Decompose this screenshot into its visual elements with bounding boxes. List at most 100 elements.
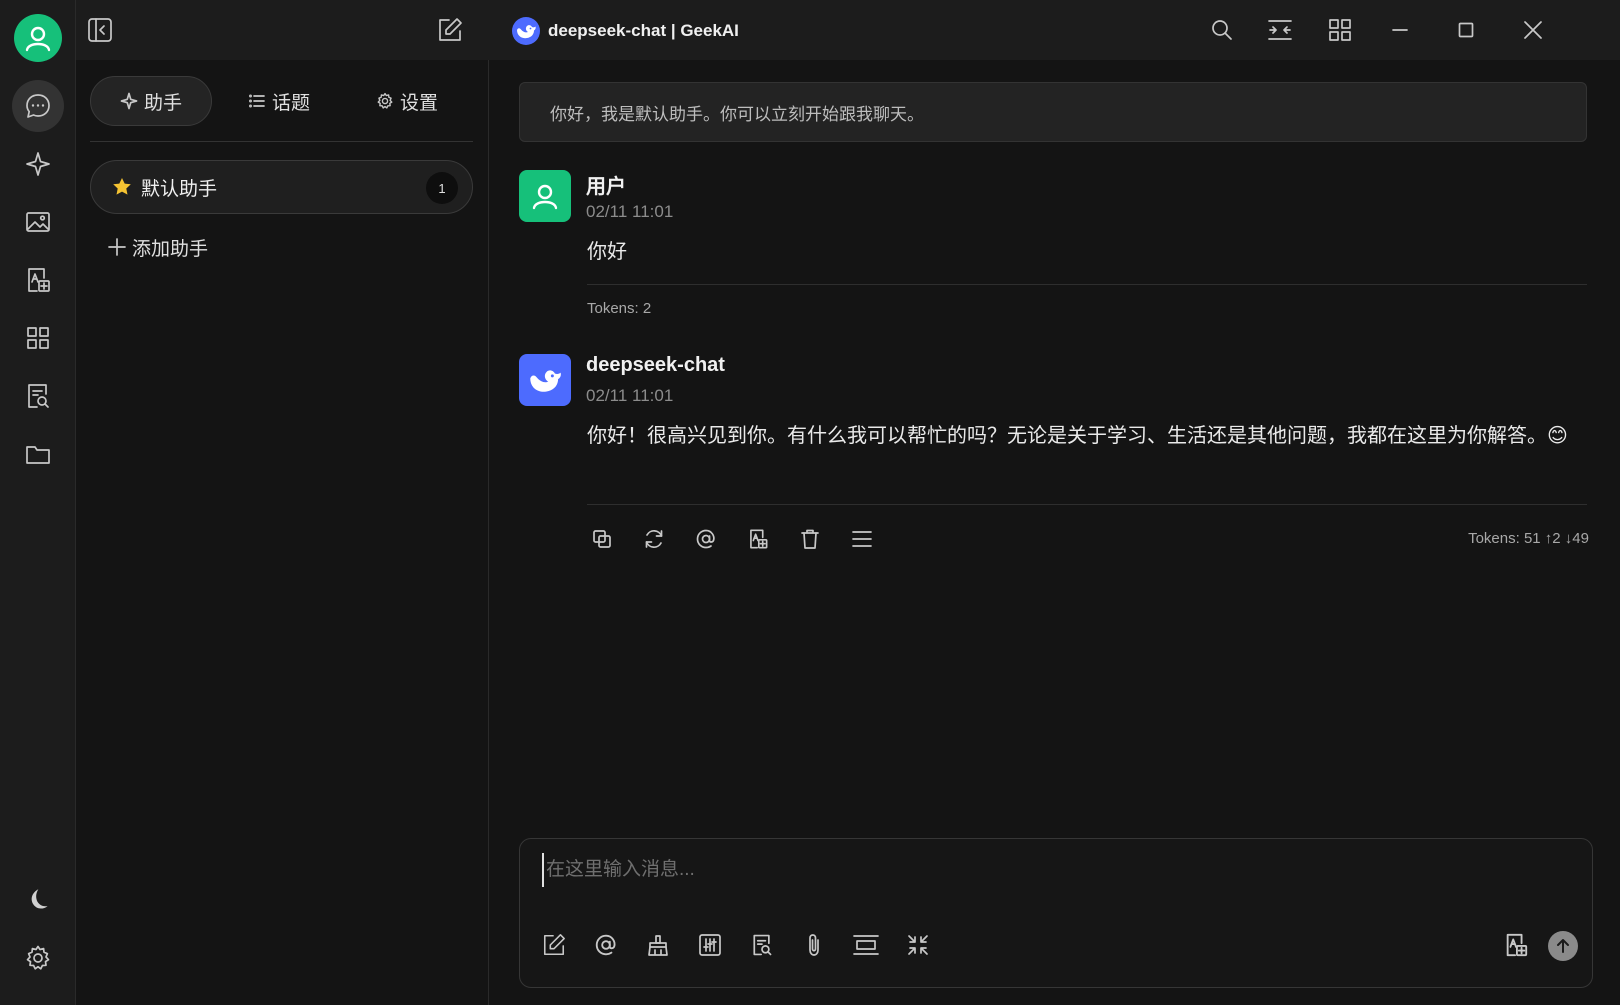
- user-avatar[interactable]: [14, 14, 62, 62]
- menu-icon: [852, 531, 872, 547]
- refresh-icon: [645, 530, 663, 548]
- minimize-button[interactable]: [1384, 14, 1416, 46]
- tab-assistants[interactable]: 助手: [90, 76, 212, 126]
- copy-icon: [593, 530, 611, 548]
- star-icon: [113, 178, 131, 195]
- rail-settings[interactable]: [12, 932, 64, 984]
- translate-icon: [750, 529, 768, 549]
- assistant-item-default[interactable]: 默认助手 1: [90, 160, 473, 214]
- regenerate-button[interactable]: [639, 524, 669, 554]
- apps-grid-icon: [27, 327, 49, 349]
- rail-apps[interactable]: [12, 312, 64, 364]
- folder-icon: [26, 446, 50, 464]
- message-input-box: [519, 838, 1593, 988]
- assistant-prompt-banner: 你好，我是默认助手。你可以立刻开始跟我聊天。: [519, 82, 1587, 142]
- message-time: 02/11 11:01: [586, 386, 674, 405]
- title-bar: deepseek-chat | GeekAI: [76, 0, 1620, 60]
- arrow-up-icon: [1557, 939, 1569, 953]
- message-input[interactable]: [542, 853, 1572, 887]
- sidebar-tabs: 助手 话题 设置: [90, 76, 473, 128]
- minimize-icon: [1392, 29, 1408, 31]
- close-window-button[interactable]: [1517, 14, 1549, 46]
- document-search-icon: [28, 384, 49, 408]
- chat-area: 你好，我是默认助手。你可以立刻开始跟我聊天。 用户 02/11 11:01 你好…: [490, 60, 1620, 1005]
- fullscreen-button[interactable]: [902, 929, 934, 961]
- moon-icon: [31, 889, 48, 909]
- edit-icon: [439, 18, 462, 41]
- theme-toggle[interactable]: [12, 874, 64, 926]
- expand-input-button[interactable]: [850, 929, 882, 961]
- close-icon: [1524, 21, 1542, 39]
- translate-input-button[interactable]: [1500, 929, 1532, 961]
- gear-icon: [26, 945, 50, 970]
- image-icon: [26, 212, 50, 232]
- message-tokens: Tokens: 2: [587, 300, 652, 317]
- add-assistant-button[interactable]: 添加助手: [108, 232, 208, 262]
- message-time: 02/11 11:01: [586, 202, 674, 221]
- user-avatar: [519, 170, 571, 222]
- edit-icon: [543, 934, 565, 956]
- gear-icon: [377, 92, 393, 109]
- copy-button[interactable]: [587, 524, 617, 554]
- message-divider: [587, 504, 1587, 505]
- translate-icon: [1506, 933, 1528, 957]
- rail-chat[interactable]: [12, 80, 64, 132]
- search-button[interactable]: [1206, 14, 1238, 46]
- user-icon: [532, 184, 558, 210]
- model-settings-button[interactable]: [694, 929, 726, 961]
- clear-context-button[interactable]: [642, 929, 674, 961]
- sliders-icon: [699, 934, 721, 956]
- broom-icon: [648, 935, 668, 956]
- rail-images[interactable]: [12, 196, 64, 248]
- tab-topics-label: 话题: [271, 92, 310, 114]
- toggle-sidebar-button[interactable]: [84, 14, 116, 46]
- fold-icon: [853, 935, 879, 955]
- message-author: 用户: [586, 176, 626, 198]
- at-icon: [595, 934, 616, 956]
- translate-button[interactable]: [743, 524, 773, 554]
- nav-rail: [0, 0, 76, 1005]
- message-content: 你好: [587, 241, 627, 263]
- delete-button[interactable]: [795, 524, 825, 554]
- tab-assistants-label: 助手: [143, 92, 182, 114]
- send-button[interactable]: [1548, 931, 1578, 961]
- narrow-mode-icon: [1268, 20, 1292, 40]
- message-author: deepseek-chat: [586, 354, 725, 376]
- plus-icon: [108, 238, 126, 256]
- more-menu-button[interactable]: [847, 524, 877, 554]
- knowledge-base-button[interactable]: [746, 929, 778, 961]
- tab-topics[interactable]: 话题: [218, 76, 340, 126]
- apps-grid-icon: [1329, 19, 1351, 41]
- list-icon: [249, 94, 265, 108]
- sidebar-collapse-icon: [88, 18, 112, 42]
- deepseek-avatar: [519, 354, 571, 406]
- rail-prompts[interactable]: [12, 138, 64, 190]
- maximize-button[interactable]: [1450, 14, 1482, 46]
- mini-apps-button[interactable]: [1324, 14, 1356, 46]
- chat-bubble-icon: [26, 94, 50, 118]
- search-icon: [1212, 20, 1232, 40]
- narrow-mode-button[interactable]: [1264, 14, 1296, 46]
- tabs-divider: [90, 141, 473, 142]
- collapse-arrows-icon: [908, 935, 928, 955]
- rail-translate[interactable]: [12, 254, 64, 306]
- new-topic-button[interactable]: [538, 929, 570, 961]
- attach-file-button[interactable]: [798, 929, 830, 961]
- message-divider: [587, 284, 1587, 285]
- window-title-text: deepseek-chat | GeekAI: [548, 21, 739, 40]
- tab-settings-label: 设置: [399, 92, 438, 114]
- message-assistant: deepseek-chat 02/11 11:01 你好！很高兴见到你。有什么我…: [519, 354, 1589, 554]
- assistant-name: 默认助手: [141, 178, 218, 200]
- mention-model-button[interactable]: [691, 524, 721, 554]
- mention-button[interactable]: [590, 929, 622, 961]
- document-search-icon: [753, 934, 772, 956]
- at-icon: [696, 529, 715, 549]
- add-assistant-label: 添加助手: [132, 238, 209, 260]
- topic-count-badge: 1: [426, 172, 458, 204]
- rail-files[interactable]: [12, 428, 64, 480]
- message-user: 用户 02/11 11:01 你好 Tokens: 2: [519, 170, 1587, 320]
- paperclip-icon: [809, 934, 819, 956]
- tab-settings[interactable]: 设置: [346, 76, 468, 126]
- new-chat-button[interactable]: [434, 14, 466, 46]
- rail-knowledge[interactable]: [12, 370, 64, 422]
